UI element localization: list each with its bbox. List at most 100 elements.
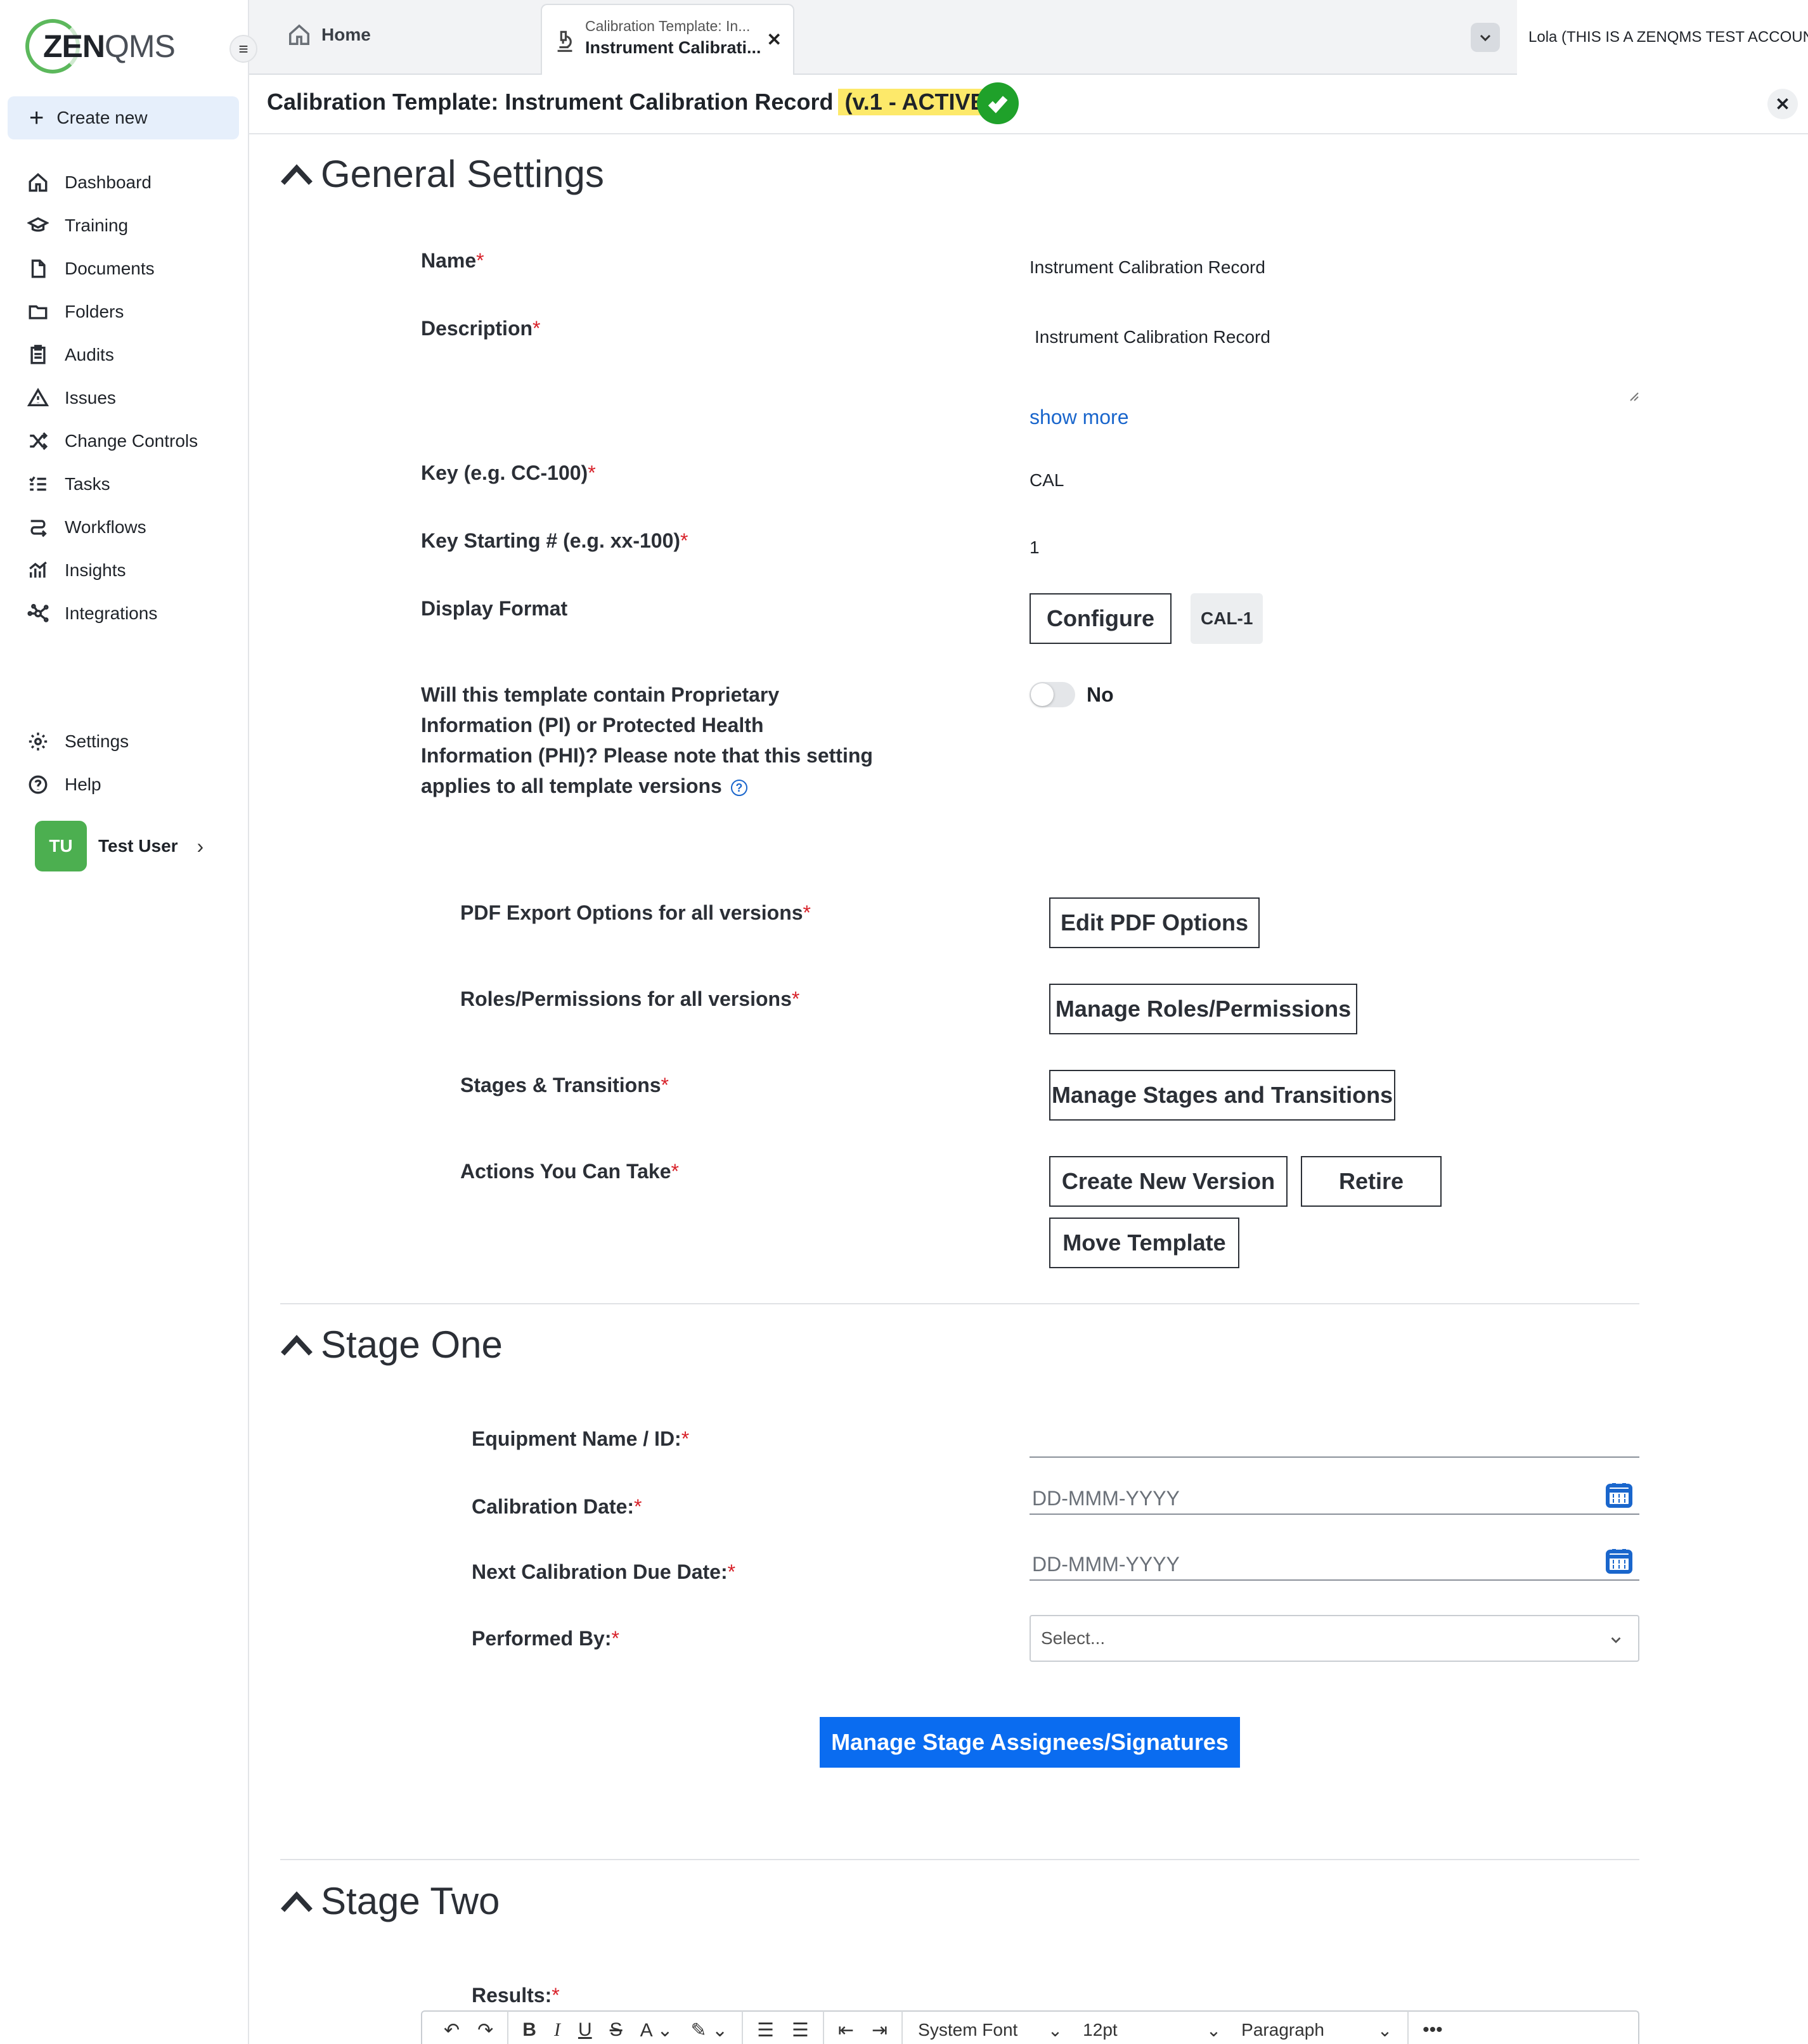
sidebar-item-help[interactable]: Help (27, 769, 101, 800)
account-selector[interactable]: Lola (THIS IS A ZENQMS TEST ACCOUNT (1517, 0, 1808, 75)
menu-icon: ≡ (238, 39, 249, 58)
manage-roles-permissions-button[interactable]: Manage Roles/Permissions (1049, 984, 1357, 1034)
sidebar-item-documents[interactable]: Documents (27, 253, 155, 285)
performed-by-select[interactable]: Select... (1030, 1615, 1639, 1662)
section-heading: General Settings (321, 153, 604, 195)
tab-home-label: Home (321, 25, 371, 44)
sidebar-item-insights[interactable]: Insights (27, 555, 126, 586)
sidebar-item-label: Training (65, 215, 129, 235)
section-heading: Stage Two (321, 1880, 500, 1922)
create-new-button[interactable]: + Create new (8, 96, 239, 139)
undo-icon[interactable]: ↶ (435, 2011, 468, 2044)
roles-permissions-label: Roles/Permissions for all versions* (460, 987, 800, 1010)
logo-text: ZENQMS (43, 29, 176, 64)
show-more-link[interactable]: show more (1030, 406, 1129, 429)
avatar: TU (35, 821, 87, 871)
outdent-icon[interactable]: ⇤ (829, 2011, 863, 2044)
close-tab-icon[interactable]: ✕ (767, 29, 782, 50)
font-size-select[interactable]: 12pt ⌄ (1073, 2011, 1231, 2044)
strikethrough-icon[interactable]: S (601, 2011, 631, 2044)
sidebar-item-training[interactable]: Training (27, 210, 128, 241)
rich-text-toolbar: ↶ ↷ B I U S A ⌄ ✎ ⌄ ☰ ☰ ⇤ ⇥ System Font ⌄… (421, 2010, 1639, 2044)
redo-icon[interactable]: ↷ (468, 2011, 502, 2044)
toolbar-separator (507, 2011, 509, 2044)
sidebar-item-folders[interactable]: Folders (27, 296, 124, 328)
key-value[interactable]: CAL (1030, 470, 1064, 491)
sidebar-item-tasks[interactable]: Tasks (27, 468, 110, 500)
section-stage-two-toggle[interactable]: Stage Two (279, 1879, 500, 1923)
italic-icon[interactable]: I (545, 2011, 569, 2044)
plus-icon: + (29, 104, 44, 132)
pi-phi-toggle[interactable] (1030, 682, 1075, 707)
toolbar-separator (822, 2011, 824, 2044)
close-icon: ✕ (1775, 94, 1790, 114)
section-stage-one-toggle[interactable]: Stage One (279, 1323, 503, 1366)
key-label: Key (e.g. CC-100)* (421, 461, 596, 484)
home-icon (27, 171, 49, 194)
calibration-date-input[interactable]: DD-MMM-YYYY (1032, 1487, 1180, 1510)
text-color-icon[interactable]: A ⌄ (631, 2011, 682, 2044)
sidebar-item-label: Insights (65, 560, 126, 580)
indent-icon[interactable]: ⇥ (863, 2011, 896, 2044)
page-title-text: Calibration Template: Instrument Calibra… (267, 89, 834, 115)
bullet-list-icon[interactable]: ☰ (783, 2011, 818, 2044)
calendar-icon[interactable] (1604, 1479, 1634, 1510)
zenqms-logo[interactable]: ZENQMS (25, 19, 176, 74)
tab-subtitle: Calibration Template: In... (585, 18, 751, 34)
calibration-date-underline (1030, 1514, 1639, 1515)
name-value[interactable]: Instrument Calibration Record (1030, 257, 1265, 278)
pdf-export-label: PDF Export Options for all versions* (460, 901, 811, 924)
configure-button[interactable]: Configure (1030, 593, 1172, 644)
move-template-button[interactable]: Move Template (1049, 1218, 1239, 1268)
calendar-icon[interactable] (1604, 1545, 1634, 1576)
sidebar-item-change-controls[interactable]: Change Controls (27, 425, 198, 457)
actions-label: Actions You Can Take* (460, 1160, 679, 1183)
warning-icon (27, 387, 49, 409)
sidebar-item-audits[interactable]: Audits (27, 339, 114, 371)
toolbar-separator (742, 2011, 744, 2044)
bold-icon[interactable]: B (513, 2011, 545, 2044)
edit-pdf-options-button[interactable]: Edit PDF Options (1049, 897, 1260, 948)
tab-home[interactable]: Home (287, 23, 371, 47)
equipment-label: Equipment Name / ID:* (472, 1427, 690, 1450)
create-new-label: Create new (56, 108, 148, 127)
sidebar-item-issues[interactable]: Issues (27, 382, 116, 414)
sidebar: ZENQMS + Create new Dashboard Training D… (0, 0, 249, 2044)
retire-button[interactable]: Retire (1301, 1156, 1442, 1207)
numbered-list-icon[interactable]: ☰ (748, 2011, 783, 2044)
section-general-settings-toggle[interactable]: General Settings (279, 152, 604, 196)
manage-stages-transitions-button[interactable]: Manage Stages and Transitions (1049, 1070, 1395, 1121)
sidebar-item-label: Folders (65, 302, 124, 321)
sidebar-item-label: Issues (65, 388, 116, 408)
sidebar-item-workflows[interactable]: Workflows (27, 511, 146, 543)
name-label: Name* (421, 249, 484, 272)
tab-title: Instrument Calibrati... (585, 38, 761, 57)
description-label: Description* (421, 317, 541, 340)
block-format-select[interactable]: Paragraph ⌄ (1231, 2011, 1402, 2044)
user-menu[interactable]: TU Test User › (35, 821, 203, 871)
help-circle-icon[interactable]: ? (730, 779, 747, 796)
next-calibration-date-input[interactable]: DD-MMM-YYYY (1032, 1553, 1180, 1576)
description-value[interactable]: Instrument Calibration Record (1035, 327, 1270, 347)
section-heading: Stage One (321, 1323, 503, 1366)
tabs-dropdown-button[interactable] (1471, 23, 1500, 52)
highlight-icon[interactable]: ✎ ⌄ (681, 2011, 737, 2044)
toolbar-separator (901, 2011, 903, 2044)
tab-calibration-template[interactable]: Calibration Template: In... Instrument C… (541, 4, 794, 75)
resize-grip-icon[interactable] (1627, 389, 1639, 402)
active-check-icon (977, 82, 1019, 124)
font-family-select[interactable]: System Font ⌄ (908, 2011, 1073, 2044)
sidebar-toggle-button[interactable]: ≡ (229, 35, 257, 63)
key-start-value[interactable]: 1 (1030, 537, 1040, 558)
create-new-version-button[interactable]: Create New Version (1049, 1156, 1288, 1207)
close-page-button[interactable]: ✕ (1767, 89, 1798, 119)
manage-stage-assignees-button[interactable]: Manage Stage Assignees/Signatures (820, 1717, 1240, 1768)
version-badge: (v.1 - ACTIVE) (838, 89, 1000, 115)
sidebar-item-dashboard[interactable]: Dashboard (27, 167, 152, 198)
sidebar-item-integrations[interactable]: Integrations (27, 598, 157, 629)
more-options-icon[interactable]: ••• (1414, 2011, 1452, 2044)
underline-icon[interactable]: U (569, 2011, 601, 2044)
sidebar-item-settings[interactable]: Settings (27, 726, 129, 757)
display-format-label: Display Format (421, 597, 568, 620)
equipment-input[interactable] (1030, 1456, 1639, 1458)
